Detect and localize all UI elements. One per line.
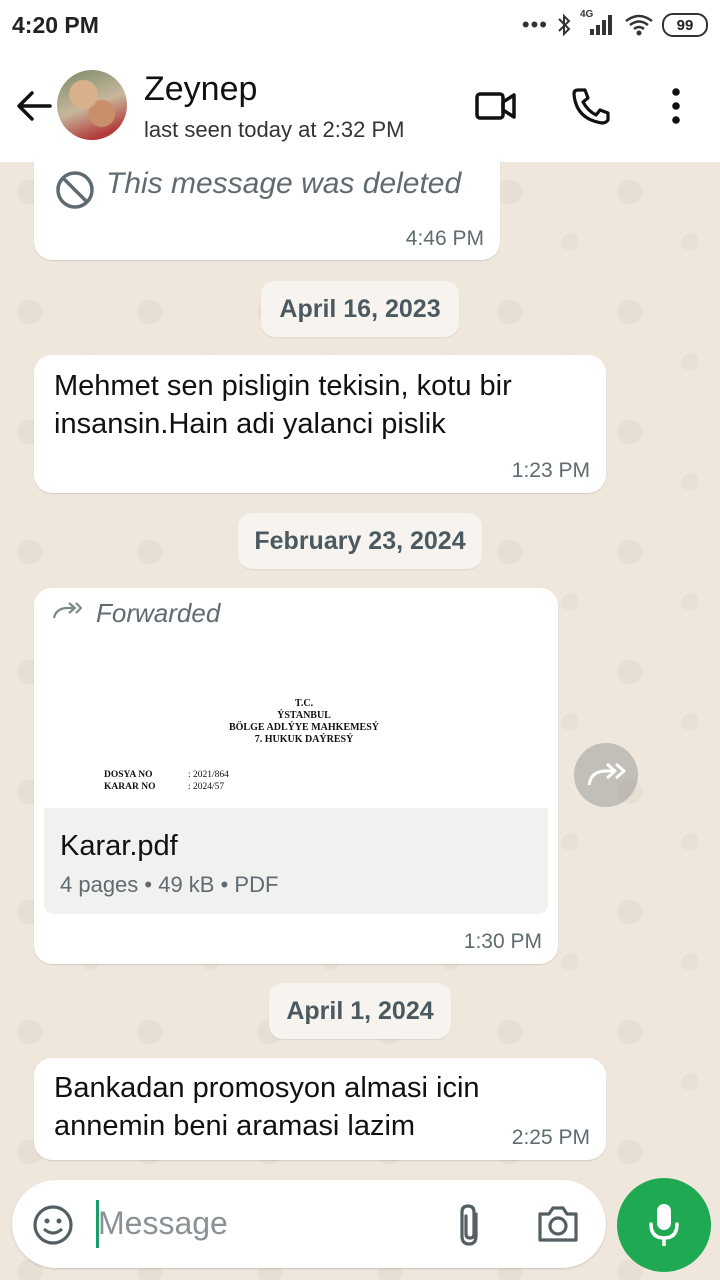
doc-header-line: ÝSTANBUL xyxy=(277,710,331,721)
wifi-icon xyxy=(624,13,654,37)
doc-field-row: KARAR NO : 2024/57 xyxy=(104,782,224,792)
doc-field-label: KARAR NO xyxy=(104,782,156,792)
document-message-bubble[interactable]: Forwarded T.C. ÝSTANBUL BÖLGE ADLÝYE MAH… xyxy=(34,588,558,964)
last-seen-status[interactable]: last seen today at 2:32 PM xyxy=(144,117,405,143)
pdf-details: 4 pages • 49 kB • PDF xyxy=(60,872,279,897)
message-input[interactable]: Message xyxy=(98,1205,228,1242)
attach-icon[interactable] xyxy=(452,1202,488,1248)
status-icons: ••• 4G 99 xyxy=(521,9,708,40)
contact-name[interactable]: Zeynep xyxy=(144,70,257,109)
date-separator: February 23, 2024 xyxy=(238,513,482,569)
doc-header-line: BÖLGE ADLÝYE MAHKEMESÝ xyxy=(228,722,380,733)
emoji-icon[interactable] xyxy=(32,1204,74,1246)
incoming-message-bubble[interactable]: Mehmet sen pisligin tekisin, kotu bir in… xyxy=(34,355,606,493)
forwarded-label: Forwarded xyxy=(96,598,221,628)
chat-header: Zeynep last seen today at 2:32 PM xyxy=(0,50,720,162)
more-options-icon[interactable] xyxy=(656,86,696,126)
message-text-line: Bankadan promosyon almasi icin xyxy=(54,1072,480,1104)
status-bar: 4:20 PM ••• 4G 99 xyxy=(0,0,720,50)
message-time: 1:30 PM xyxy=(463,930,542,953)
doc-field-value: : 2024/57 xyxy=(188,782,225,792)
pdf-file-info[interactable]: Karar.pdf 4 pages • 49 kB • PDF xyxy=(44,808,548,914)
pdf-preview[interactable]: T.C. ÝSTANBUL BÖLGE ADLÝYE MAHKEMESÝ 7. … xyxy=(44,638,556,808)
camera-icon[interactable] xyxy=(536,1204,580,1244)
doc-field-label: DOSYA NO xyxy=(104,770,153,780)
video-call-icon[interactable] xyxy=(474,86,518,126)
pdf-filename: Karar.pdf xyxy=(60,830,178,862)
deleted-message-bubble[interactable]: This message was deleted 4:46 PM xyxy=(34,155,500,260)
voice-call-icon[interactable] xyxy=(570,86,614,126)
message-input-bar: Message xyxy=(12,1180,606,1268)
more-notifications-icon: ••• xyxy=(521,12,548,37)
message-time: 2:25 PM xyxy=(511,1126,590,1149)
voice-record-button[interactable] xyxy=(617,1178,711,1272)
date-separator: April 1, 2024 xyxy=(269,983,451,1039)
blocked-icon xyxy=(54,169,96,211)
microphone-icon xyxy=(648,1202,680,1248)
message-time: 4:46 PM xyxy=(405,227,484,250)
message-text-line: annemin beni aramasi lazim xyxy=(54,1110,416,1142)
forward-button[interactable] xyxy=(574,743,638,807)
incoming-message-bubble[interactable]: Bankadan promosyon almasi icin annemin b… xyxy=(34,1058,606,1160)
deleted-message-text: This message was deleted xyxy=(106,167,462,200)
message-time: 1:23 PM xyxy=(511,459,590,482)
doc-field-row: DOSYA NO : 2021/864 xyxy=(104,770,229,780)
battery-icon: 99 xyxy=(662,13,708,37)
avatar[interactable] xyxy=(57,70,127,140)
doc-header-line: 7. HUKUK DAÝRESÝ xyxy=(254,734,354,745)
doc-field-value: : 2021/864 xyxy=(188,770,229,780)
status-time: 4:20 PM xyxy=(12,12,99,38)
back-arrow-icon[interactable] xyxy=(14,86,54,126)
doc-header-line: T.C. xyxy=(294,698,314,709)
forward-icon xyxy=(586,761,628,789)
bluetooth-icon xyxy=(556,13,572,37)
forwarded-icon xyxy=(52,600,82,622)
message-text-line: insansin.Hain adi yalanci pislik xyxy=(54,408,446,440)
date-separator: April 16, 2023 xyxy=(261,281,459,337)
message-text-line: Mehmet sen pisligin tekisin, kotu bir xyxy=(54,370,512,402)
signal-icon: 4G xyxy=(580,9,616,37)
